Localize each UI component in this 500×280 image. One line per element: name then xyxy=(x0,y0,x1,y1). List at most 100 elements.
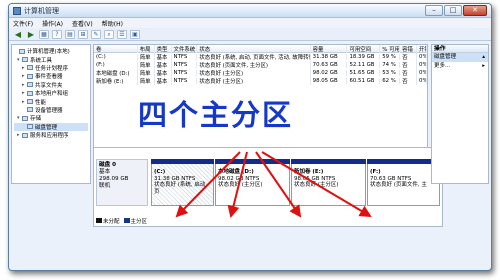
tree-item-label: 存储 xyxy=(30,116,42,123)
partition-status: 状态良好 (主分区) xyxy=(218,182,263,188)
tree-item-label: 任务计划程序 xyxy=(35,65,69,72)
menu-view[interactable]: 查看(V) xyxy=(72,19,93,28)
table-cell: 基本 xyxy=(155,69,172,77)
tree-item-local-users[interactable]: ▸ 本地用户和组 xyxy=(14,89,88,97)
minimize-button[interactable]: – xyxy=(425,5,443,16)
menu-help[interactable]: 帮助(H) xyxy=(102,19,123,28)
table-cell: 否 xyxy=(400,61,418,69)
tree-item-task-scheduler[interactable]: ▸ 任务计划程序 xyxy=(14,64,88,72)
partition-status: 状态良好 (系统, 启动, 页 xyxy=(154,182,208,195)
menu-action[interactable]: 操作(A) xyxy=(42,19,63,28)
volume-row[interactable]: 本地磁盘 (D:) 简单 基本 NTFS 状态良好 (主分区) 98.02 GB 51.65… xyxy=(94,69,427,77)
toolbar-button-5[interactable]: ✎ xyxy=(91,29,101,39)
disk-type: 基本 xyxy=(99,169,111,175)
help-icon[interactable]: ? xyxy=(52,29,62,39)
column-header[interactable]: 容错 xyxy=(400,44,418,53)
disk-icon xyxy=(27,124,33,130)
disk-status: 联机 xyxy=(99,183,111,189)
unallocated-swatch xyxy=(96,218,102,223)
tree-item-system-tools[interactable]: ▾ 系统工具 xyxy=(14,55,88,64)
table-cell: 59 % xyxy=(380,54,401,60)
volume-row[interactable]: (C:)简单基本NTFS状态良好 (系统, 启动, 页面文件, 活动, 故障转储… xyxy=(94,53,427,61)
tree-item-label: 共享文件夹 xyxy=(35,82,63,89)
performance-icon xyxy=(27,99,33,105)
legend-unallocated: 未分配 xyxy=(96,217,120,225)
table-cell: NTFS xyxy=(172,54,198,60)
clock-icon xyxy=(27,65,33,71)
table-cell: 31.38 GB xyxy=(311,54,348,60)
partition-f[interactable]: (F:) 70.63 GB NTFS 状态良好 (页面文件, 主 xyxy=(367,159,440,206)
action-label: 更多... xyxy=(434,63,451,69)
tree-item-services-apps[interactable]: ▸ 服务和应用程序 xyxy=(14,131,88,139)
table-cell: 否 xyxy=(400,77,418,85)
table-cell: 基本 xyxy=(155,77,172,85)
computer-management-window: 计算机管理 – □ ✕ 文件(F) 操作(A) 查看(V) 帮助(H) ◀ ▶ … xyxy=(8,3,492,271)
table-cell: 本地磁盘 (D:) xyxy=(94,69,138,77)
storage-icon xyxy=(22,115,28,121)
computer-icon xyxy=(19,48,25,54)
primary-partition-swatch xyxy=(123,218,130,223)
users-icon xyxy=(27,90,33,96)
actions-pane: 操作 磁盘管理 ▴ 更多... ▸ xyxy=(431,44,489,184)
tree-item-label: 服务和应用程序 xyxy=(30,133,69,140)
table-cell: 0% xyxy=(419,54,427,60)
tree-item-performance[interactable]: ▸ 性能 xyxy=(14,97,88,106)
toolbar-button-6[interactable]: ⌕ xyxy=(104,29,114,39)
column-header[interactable]: 容量 xyxy=(311,44,348,53)
folder-icon xyxy=(27,82,33,88)
tree-item-device-manager[interactable]: 设备管理器 xyxy=(14,106,88,114)
tree-item-label: 磁盘管理 xyxy=(35,124,58,131)
back-arrow-icon[interactable]: ◀ xyxy=(13,30,23,39)
partition-status: 状态良好 (页面文件, 主 xyxy=(370,182,427,188)
maximize-button[interactable]: □ xyxy=(444,5,462,16)
tree-item-event-viewer[interactable]: ▸ 事件查看器 xyxy=(14,72,88,80)
column-header[interactable]: 类型 xyxy=(155,44,172,53)
partition-d[interactable]: 本地磁盘 (D:) 98.02 GB NTFS 状态良好 (主分区) xyxy=(215,159,290,206)
column-header[interactable]: 布局 xyxy=(138,44,155,53)
legend-primary: 主分区 xyxy=(123,217,147,225)
volume-row[interactable]: (F:) 简单 基本 NTFS 状态良好 (页面文件, 主分区) 70.63 GB 52.1… xyxy=(94,61,427,69)
toolbar-button-4[interactable]: ⊞ xyxy=(78,29,88,39)
services-icon xyxy=(22,132,28,138)
table-cell: (C:) xyxy=(94,54,138,60)
column-header[interactable]: 卷 xyxy=(94,44,138,53)
tree-item-disk-management[interactable]: 磁盘管理 xyxy=(14,122,88,131)
chevron-up-icon[interactable]: ▴ xyxy=(482,53,485,62)
tree-item-shared-folders[interactable]: ▸ 共享文件夹 xyxy=(14,81,88,89)
column-header[interactable]: 文件系统 xyxy=(172,44,198,53)
partition-e[interactable]: 新加卷 (E:) 98.05 GB NTFS 状态良好 (主分区) xyxy=(291,159,366,206)
toolbar-button-7[interactable]: ☰ xyxy=(117,29,127,39)
toolbar-button-8[interactable]: ▣ xyxy=(130,29,140,39)
volume-list-header: 卷 布局 类型 文件系统 状态 容量 可用空间 % 可用 容错 开销 xyxy=(94,44,427,53)
table-cell: 60.51 GB xyxy=(347,78,381,84)
action-disk-management[interactable]: 磁盘管理 ▴ xyxy=(432,53,488,62)
column-header[interactable]: 可用空间 xyxy=(347,44,381,53)
column-header[interactable]: 开销 xyxy=(417,44,427,53)
action-more[interactable]: 更多... ▸ xyxy=(432,62,488,71)
disk-0-info[interactable]: 磁盘 0 基本 298.09 GB 联机 xyxy=(96,159,148,206)
partition-c[interactable]: (C:) 31.38 GB NTFS 状态良好 (系统, 启动, 页 xyxy=(151,159,214,206)
tree-item-computer-management[interactable]: 计算机管理(本地) xyxy=(14,47,88,55)
table-cell: 0% xyxy=(419,78,427,84)
table-cell: 否 xyxy=(400,53,418,61)
table-cell: 52.11 GB xyxy=(347,62,381,68)
title-bar[interactable]: 计算机管理 – □ ✕ xyxy=(9,4,491,18)
tree-item-label: 性能 xyxy=(35,99,47,106)
action-label: 磁盘管理 xyxy=(434,54,457,60)
tree-item-storage[interactable]: ▾ 存储 xyxy=(14,114,88,122)
toolbar-button-3[interactable]: ▤ xyxy=(65,29,75,39)
table-cell: (F:) xyxy=(94,62,138,68)
disk-layout-panel: 磁盘 0 基本 298.09 GB 联机 (C:) 31.38 GB NTFS … xyxy=(93,147,443,227)
disk-legend: 未分配 主分区 xyxy=(96,217,147,225)
forward-arrow-icon[interactable]: ▶ xyxy=(26,30,36,39)
tools-icon xyxy=(22,57,28,63)
partition-status: 状态良好 (主分区) xyxy=(294,182,339,188)
computer-management-icon xyxy=(13,6,21,15)
toolbar-button-1[interactable]: ▦ xyxy=(39,29,49,39)
volume-row[interactable]: 新加卷 (E:) 简单 基本 NTFS 状态良好 (主分区) 98.05 GB 60.51 … xyxy=(94,77,427,85)
event-log-icon xyxy=(27,73,33,79)
column-header[interactable]: % 可用 xyxy=(380,44,401,53)
close-button[interactable]: ✕ xyxy=(463,5,487,16)
column-header[interactable]: 状态 xyxy=(197,44,311,53)
menu-file[interactable]: 文件(F) xyxy=(13,19,33,28)
